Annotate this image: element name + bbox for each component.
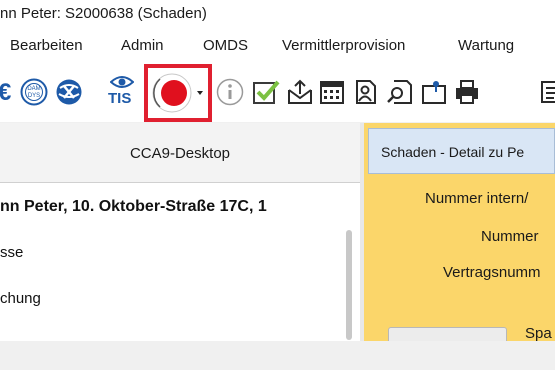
menu-bearbeiten[interactable]: Bearbeiten xyxy=(10,37,83,54)
person-document-icon[interactable] xyxy=(352,78,380,106)
tree-item-adresse[interactable]: sse xyxy=(0,244,23,261)
printer-icon[interactable] xyxy=(453,78,481,106)
folder-pin-icon[interactable] xyxy=(420,78,448,106)
label-nummer-intern: Nummer intern/ xyxy=(425,190,529,207)
svg-text:DYS: DYS xyxy=(28,93,40,99)
desktop-panel-header: CCA9-Desktop xyxy=(0,123,360,183)
menu-wartung[interactable]: Wartung xyxy=(458,37,514,54)
label-vertragsnummer: Vertragsnumm xyxy=(443,264,541,281)
label-spa: Spa xyxy=(525,325,552,342)
tree-root-item[interactable]: nn Peter, 10. Oktober-Straße 17C, 1 xyxy=(0,198,267,216)
tis-label: TIS xyxy=(108,90,132,107)
record-button-icon[interactable] xyxy=(152,71,208,115)
svg-text:DAM: DAM xyxy=(27,86,40,92)
eye-icon xyxy=(110,76,134,88)
globe-badge-icon[interactable] xyxy=(55,78,83,106)
menu-admin[interactable]: Admin xyxy=(121,37,164,54)
tree-scrollbar[interactable] xyxy=(346,230,352,340)
tree-item-buchung[interactable]: chung xyxy=(0,290,41,307)
euro-icon[interactable]: € xyxy=(0,78,22,106)
claim-detail-tab[interactable]: Schaden - Detail zu Pe xyxy=(368,128,555,174)
search-document-icon[interactable] xyxy=(386,78,414,106)
menu-bar: Bearbeiten Admin OMDS Vermittlerprovisio… xyxy=(0,30,555,62)
damage-stamp-icon[interactable]: DAM DYS xyxy=(20,78,48,106)
status-bar xyxy=(0,341,555,370)
info-icon[interactable] xyxy=(216,78,244,106)
tree-view: nn Peter, 10. Oktober-Straße 17C, 1 sse … xyxy=(0,184,346,341)
checkbox-icon[interactable] xyxy=(252,78,280,106)
tis-icon[interactable]: TIS xyxy=(106,74,138,110)
claim-detail-tab-label: Schaden - Detail zu Pe xyxy=(381,144,525,160)
window-title: nn Peter: S2000638 (Schaden) xyxy=(0,5,207,22)
svg-text:€: € xyxy=(0,79,11,106)
menu-omds[interactable]: OMDS xyxy=(203,37,248,54)
calendar-icon[interactable] xyxy=(318,78,346,106)
window-titlebar: nn Peter: S2000638 (Schaden) xyxy=(0,0,555,30)
mail-upload-icon[interactable] xyxy=(286,78,314,106)
menu-vermittlerprovision[interactable]: Vermittlerprovision xyxy=(282,37,405,54)
desktop-panel-title: CCA9-Desktop xyxy=(129,145,231,162)
document-icon[interactable] xyxy=(540,78,555,106)
label-nummer: Nummer xyxy=(481,228,539,245)
